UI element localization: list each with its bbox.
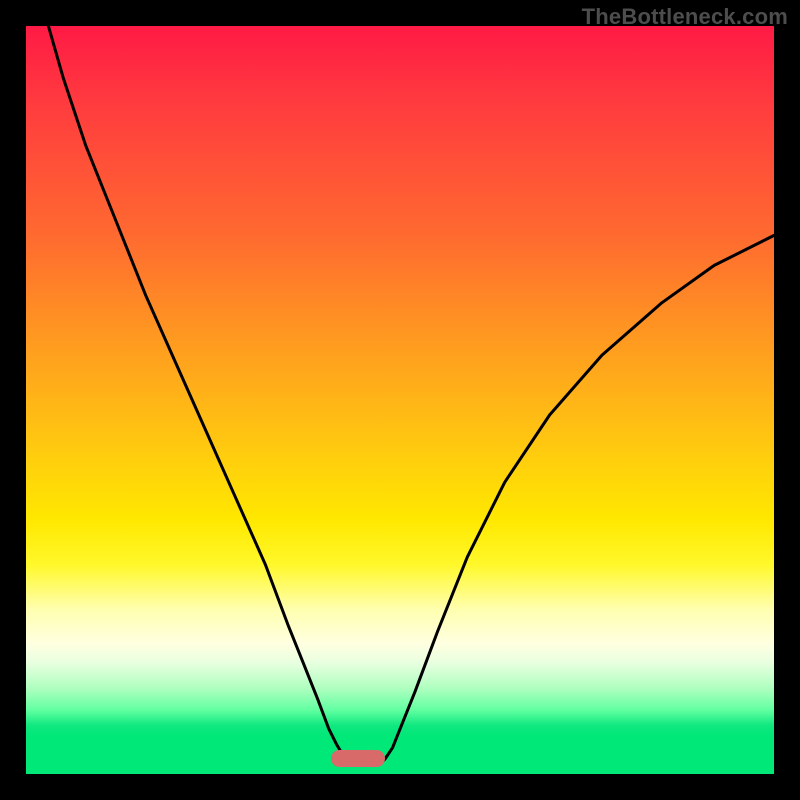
outer-frame: TheBottleneck.com [0, 0, 800, 800]
curve-right-branch [381, 235, 774, 762]
curve-layer [26, 26, 774, 774]
curve-left-branch [48, 26, 351, 763]
minimum-region-marker [331, 750, 385, 767]
watermark-text: TheBottleneck.com [582, 4, 788, 30]
